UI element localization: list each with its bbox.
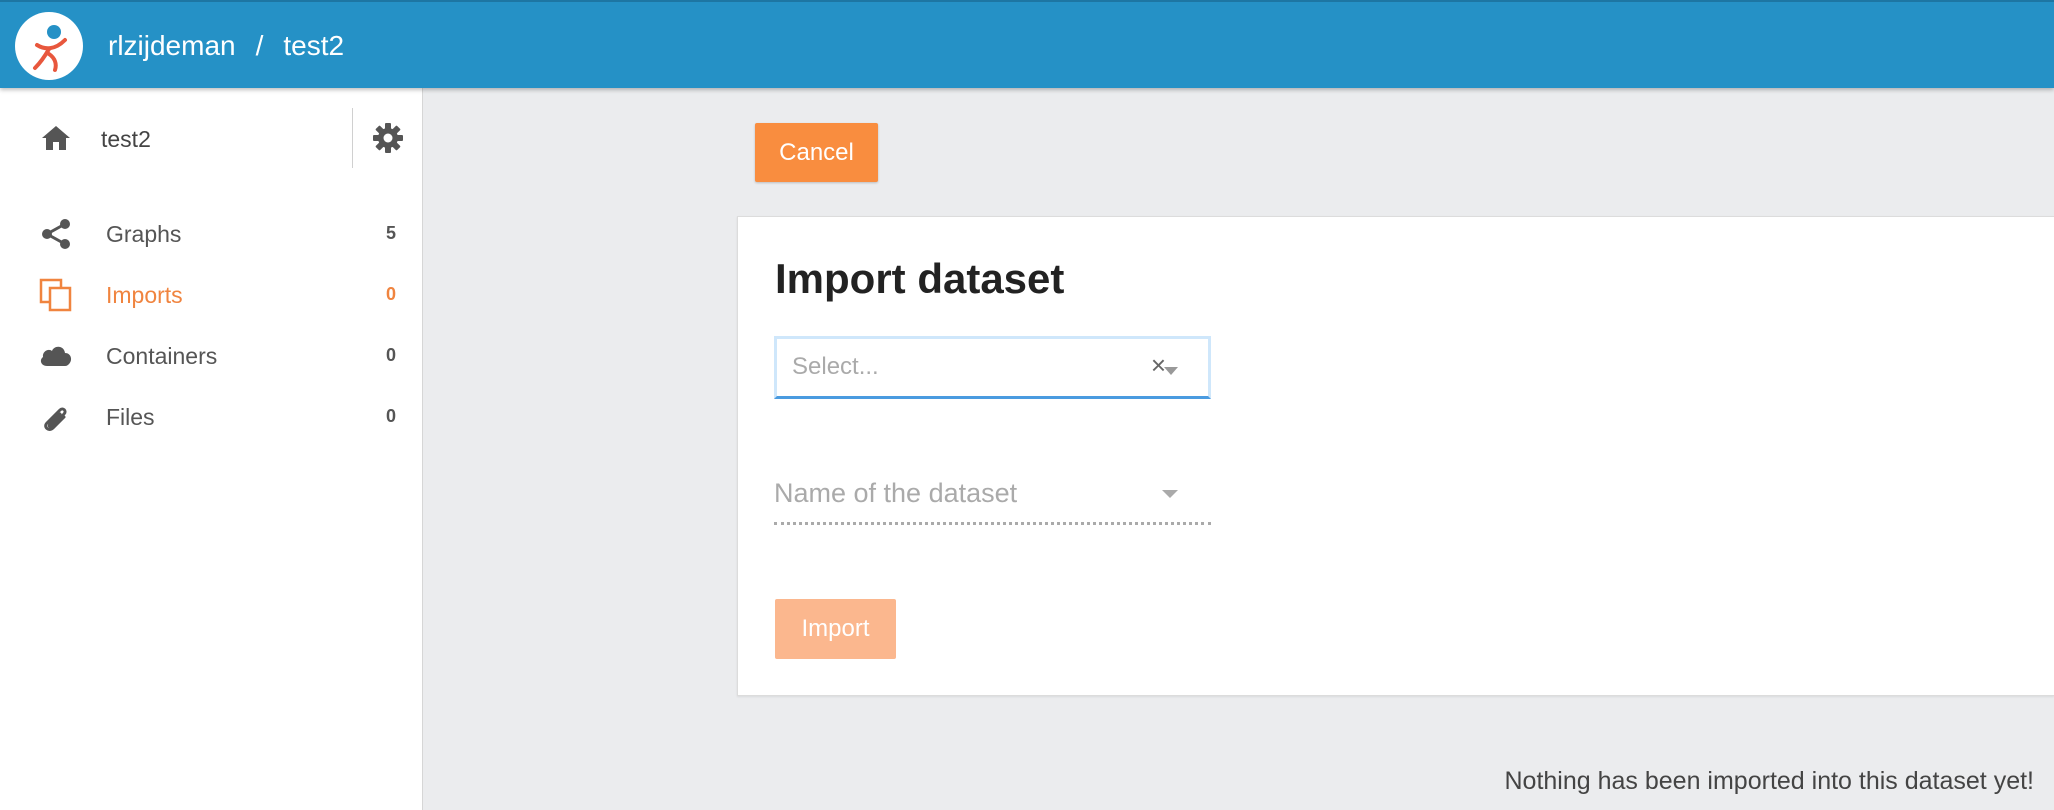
breadcrumb-separator: / xyxy=(255,30,264,61)
sidebar-home-label[interactable]: test2 xyxy=(101,126,151,153)
share-icon xyxy=(42,219,70,249)
sidebar-item-label: Files xyxy=(106,404,155,430)
dataset-source-select[interactable]: Select... × xyxy=(774,336,1211,399)
breadcrumb: rlzijdeman / test2 xyxy=(108,2,344,90)
dataset-name-placeholder: Name of the dataset xyxy=(774,478,1018,508)
sidebar-item-label: Graphs xyxy=(106,221,182,247)
page-title: Import dataset xyxy=(775,255,1065,302)
cloud-icon xyxy=(40,346,72,366)
home-icon[interactable] xyxy=(40,124,72,152)
clear-icon[interactable]: × xyxy=(1151,350,1166,381)
import-card: Import dataset Select... × Name of the d… xyxy=(737,216,2054,696)
sidebar-divider xyxy=(352,108,353,168)
breadcrumb-user[interactable]: rlzijdeman xyxy=(108,30,236,62)
breadcrumb-dataset[interactable]: test2 xyxy=(283,30,344,62)
sidebar-item-count: 5 xyxy=(385,223,396,243)
import-button[interactable]: Import xyxy=(775,599,896,659)
dataset-name-field[interactable]: Name of the dataset xyxy=(774,461,1211,525)
sidebar-home-row: test2 xyxy=(0,108,423,168)
top-bar: rlzijdeman / test2 xyxy=(0,0,2054,88)
paperclip-icon xyxy=(44,407,67,431)
cancel-button[interactable]: Cancel xyxy=(755,123,878,182)
triply-logo-icon[interactable] xyxy=(15,12,83,80)
sidebar-item-files[interactable]: Files 0 xyxy=(0,389,423,445)
chevron-down-icon[interactable] xyxy=(1164,367,1178,375)
sidebar-item-count: 0 xyxy=(385,284,396,304)
sidebar: test2 Graphs 5 Imports 0 Containers 0 Fi… xyxy=(0,88,423,810)
copy-icon xyxy=(39,278,72,312)
sidebar-item-count: 0 xyxy=(385,406,396,426)
gear-icon[interactable] xyxy=(372,122,404,154)
empty-imports-message: Nothing has been imported into this data… xyxy=(1504,767,2035,795)
select-placeholder: Select... xyxy=(792,353,879,380)
sidebar-item-count: 0 xyxy=(385,345,396,365)
sidebar-item-label: Imports xyxy=(106,282,183,308)
sidebar-item-label: Containers xyxy=(106,343,218,369)
chevron-down-icon[interactable] xyxy=(1162,490,1178,498)
sidebar-item-imports[interactable]: Imports 0 xyxy=(0,267,423,323)
sidebar-item-graphs[interactable]: Graphs 5 xyxy=(0,206,423,262)
sidebar-item-containers[interactable]: Containers 0 xyxy=(0,328,423,384)
